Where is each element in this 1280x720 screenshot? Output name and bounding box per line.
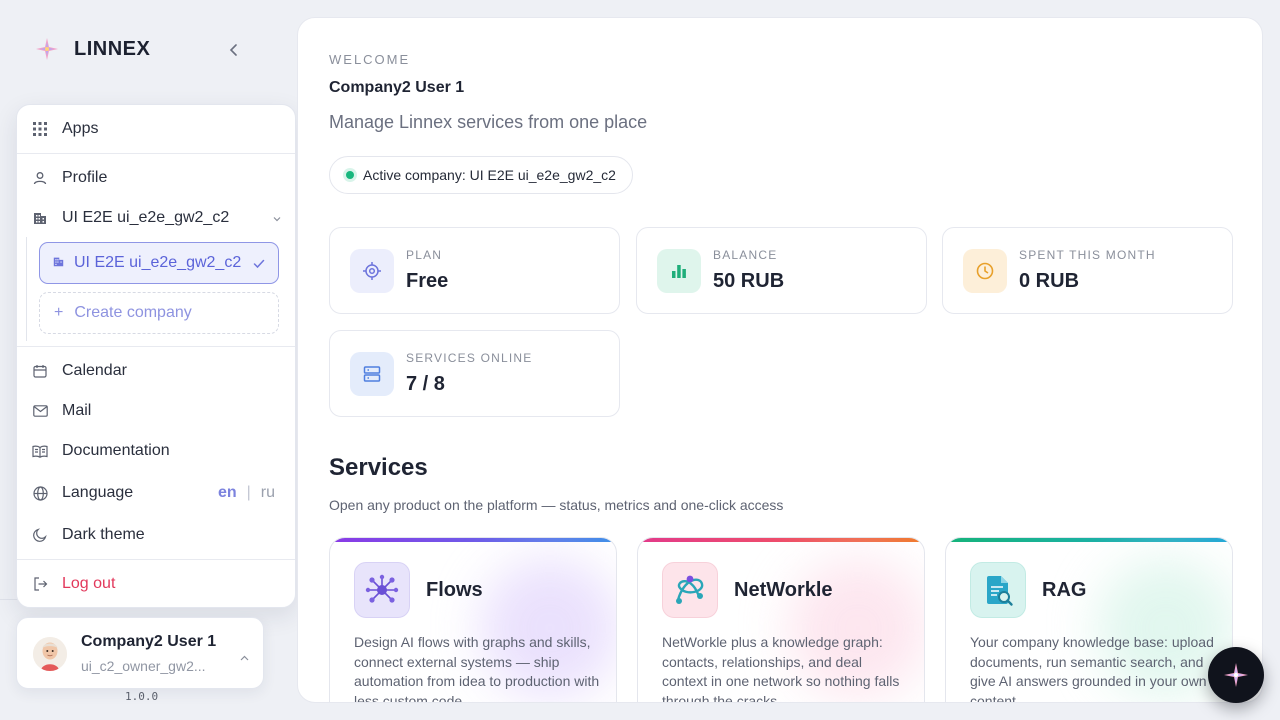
logout-icon — [32, 576, 48, 592]
services-subtitle: Open any product on the platform — statu… — [329, 497, 784, 513]
active-company-badge: Active company: UI E2E ui_e2e_gw2_c2 — [329, 156, 633, 194]
create-company-button[interactable]: + Create company — [39, 292, 279, 334]
menu-item-apps[interactable]: Apps — [17, 109, 295, 149]
language-separator: | — [246, 484, 251, 501]
stat-value: 7 / 8 — [406, 373, 445, 395]
user-name: Company2 User 1 — [81, 633, 217, 650]
service-card-flows[interactable]: Flows Design AI flows with graphs and sk… — [329, 537, 617, 703]
logout-label: Log out — [62, 575, 116, 592]
building-icon — [53, 254, 64, 272]
menu-label: Language — [62, 484, 134, 501]
company-option-selected[interactable]: UI E2E ui_e2e_gw2_c2 — [39, 242, 279, 284]
building-icon — [32, 210, 48, 226]
clock-icon — [963, 249, 1007, 293]
company-option-label: UI E2E ui_e2e_gw2_c2 — [74, 254, 242, 271]
sidebar: LINNEX Apps Profile UI E2E ui_e2e_gw2_c2… — [0, 0, 296, 720]
card-description: Your company knowledge base: upload docu… — [970, 634, 1214, 703]
assistant-button[interactable] — [1208, 647, 1264, 703]
flows-icon — [354, 562, 410, 618]
menu-label: Apps — [62, 120, 99, 137]
grid-icon — [32, 121, 48, 137]
menu-label: Documentation — [62, 442, 170, 459]
app-version: 1.0.0 — [125, 690, 159, 703]
document-search-icon — [970, 562, 1026, 618]
plus-icon: + — [54, 304, 64, 321]
stat-card-services: SERVICES ONLINE 7 / 8 — [329, 330, 620, 417]
avatar — [33, 637, 67, 671]
globe-icon — [32, 485, 48, 501]
card-title: RAG — [1042, 579, 1087, 601]
create-company-label: Create company — [74, 304, 192, 321]
page-title: Company2 User 1 — [329, 79, 465, 96]
sparkle-icon — [1224, 663, 1248, 687]
check-icon — [253, 256, 265, 274]
moon-icon — [32, 527, 48, 543]
menu-divider — [17, 346, 295, 347]
main-panel: WELCOME Company2 User 1 Manage Linnex se… — [297, 17, 1263, 703]
menu-item-profile[interactable]: Profile — [17, 158, 295, 198]
card-accent-bar — [330, 538, 616, 542]
target-icon — [350, 249, 394, 293]
bar-chart-icon — [657, 249, 701, 293]
status-dot-icon — [346, 171, 354, 179]
chevron-left-icon — [229, 44, 237, 56]
page-subtitle: Manage Linnex services from one place — [329, 112, 648, 132]
stat-label: PLAN — [406, 248, 443, 262]
services-heading: Services — [329, 454, 428, 481]
collapse-sidebar-button[interactable] — [224, 40, 244, 60]
menu-item-company[interactable]: UI E2E ui_e2e_gw2_c2 — [17, 198, 295, 238]
calendar-icon — [32, 363, 48, 379]
stat-value: Free — [406, 270, 449, 292]
menu-label: Calendar — [62, 362, 127, 379]
linnex-logo-icon — [34, 36, 60, 62]
menu-label: Dark theme — [62, 526, 145, 543]
menu-item-mail[interactable]: Mail — [17, 391, 295, 431]
active-company-label: Active company: UI E2E ui_e2e_gw2_c2 — [363, 167, 616, 183]
chevron-up-icon — [240, 648, 249, 666]
service-card-networkle[interactable]: NetWorkle NetWorkle plus a knowledge gra… — [637, 537, 925, 703]
card-accent-bar — [946, 538, 1232, 542]
menu-divider — [17, 153, 295, 154]
stat-card-spent: SPENT THIS MONTH 0 RUB — [942, 227, 1233, 314]
card-description: Design AI flows with graphs and skills, … — [354, 634, 600, 703]
chevron-down-icon — [273, 209, 281, 227]
networkle-icon — [662, 562, 718, 618]
stat-label: SPENT THIS MONTH — [1019, 248, 1156, 262]
user-card[interactable]: Company2 User 1 ui_c2_owner_gw2... — [16, 617, 264, 689]
company-submenu-line — [26, 237, 27, 341]
user-menu: Apps Profile UI E2E ui_e2e_gw2_c2 UI E2E… — [16, 104, 296, 608]
service-card-rag[interactable]: RAG Your company knowledge base: upload … — [945, 537, 1233, 703]
user-icon — [32, 170, 48, 186]
language-option-en[interactable]: en — [218, 484, 237, 502]
stat-card-plan: PLAN Free — [329, 227, 620, 314]
language-option-ru[interactable]: ru — [261, 484, 275, 502]
stat-label: BALANCE — [713, 248, 778, 262]
menu-label: Mail — [62, 402, 92, 419]
menu-item-documentation[interactable]: Documentation — [17, 431, 295, 471]
card-title: Flows — [426, 579, 483, 601]
stat-value: 0 RUB — [1019, 270, 1080, 292]
brand[interactable]: LINNEX — [34, 36, 150, 62]
card-title: NetWorkle — [734, 579, 833, 601]
language-switch: en | ru — [218, 484, 275, 502]
menu-item-logout[interactable]: Log out — [17, 564, 295, 604]
welcome-label: WELCOME — [329, 52, 411, 67]
menu-item-language: Language en | ru — [17, 473, 295, 513]
card-description: NetWorkle plus a knowledge graph: contac… — [662, 634, 900, 703]
stat-card-balance: BALANCE 50 RUB — [636, 227, 927, 314]
menu-item-calendar[interactable]: Calendar — [17, 351, 295, 391]
menu-label: UI E2E ui_e2e_gw2_c2 — [62, 209, 230, 226]
card-accent-bar — [638, 538, 924, 542]
stat-label: SERVICES ONLINE — [406, 351, 533, 365]
menu-item-dark-theme[interactable]: Dark theme — [17, 515, 295, 555]
mail-icon — [32, 403, 48, 419]
book-icon — [32, 443, 48, 459]
stat-value: 50 RUB — [713, 270, 785, 292]
brand-name: LINNEX — [74, 37, 151, 60]
user-email: ui_c2_owner_gw2... — [81, 658, 206, 674]
menu-divider — [17, 559, 295, 560]
server-icon — [350, 352, 394, 396]
menu-label: Profile — [62, 169, 108, 186]
